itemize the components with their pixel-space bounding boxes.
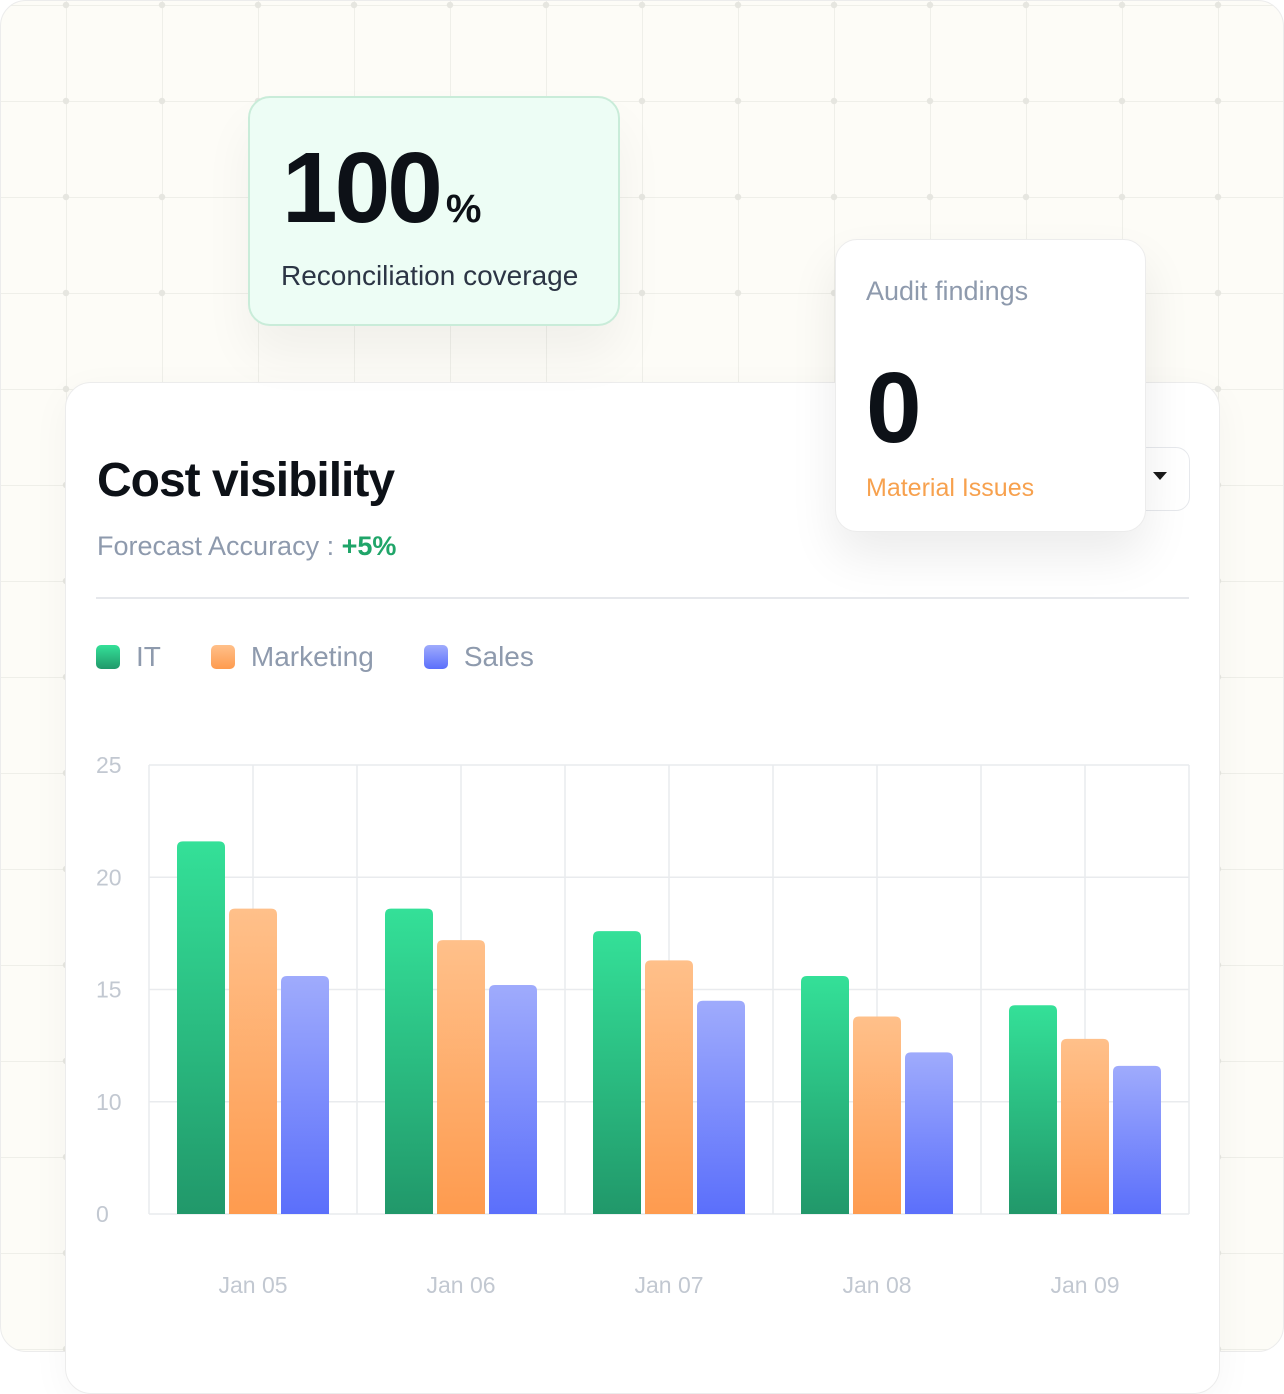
grid-dot bbox=[1118, 1, 1126, 9]
grid-dot bbox=[1118, 193, 1126, 201]
bar-sales[interactable] bbox=[489, 985, 537, 1214]
x-tick-label: Jan 06 bbox=[426, 1272, 495, 1298]
x-tick-label: Jan 07 bbox=[634, 1272, 703, 1298]
bar-sales[interactable] bbox=[281, 976, 329, 1214]
bar-it[interactable] bbox=[385, 908, 433, 1214]
bar-marketing[interactable] bbox=[1061, 1038, 1109, 1214]
bar-marketing[interactable] bbox=[645, 960, 693, 1214]
bar-it[interactable] bbox=[1009, 1005, 1057, 1214]
grid-dot bbox=[1214, 193, 1222, 201]
grid-dot bbox=[638, 97, 646, 105]
grid-dot bbox=[1022, 97, 1030, 105]
y-tick-label: 15 bbox=[96, 977, 122, 1003]
grid-dot bbox=[350, 1, 358, 9]
grid-dot bbox=[638, 289, 646, 297]
bar-it[interactable] bbox=[801, 976, 849, 1214]
y-tick-label: 10 bbox=[96, 1089, 122, 1115]
grid-dot bbox=[542, 1, 550, 9]
grid-dot bbox=[830, 193, 838, 201]
grid-dot bbox=[1118, 97, 1126, 105]
grid-dot bbox=[830, 97, 838, 105]
x-tick-label: Jan 09 bbox=[1050, 1272, 1119, 1298]
grid-dot bbox=[734, 97, 742, 105]
bar-sales[interactable] bbox=[1113, 1065, 1161, 1214]
y-tick-label: 20 bbox=[96, 864, 122, 890]
x-tick-label: Jan 08 bbox=[842, 1272, 911, 1298]
grid-dot bbox=[62, 289, 70, 297]
grid-dot bbox=[158, 193, 166, 201]
grid-dot bbox=[1214, 97, 1222, 105]
grid-dot bbox=[1214, 289, 1222, 297]
grid-dot bbox=[926, 97, 934, 105]
y-tick-label: 25 bbox=[96, 752, 122, 778]
grid-dot bbox=[1214, 1, 1222, 9]
bar-it[interactable] bbox=[593, 931, 641, 1214]
grid-dot bbox=[638, 1, 646, 9]
coverage-label: Reconciliation coverage bbox=[281, 260, 579, 291]
audit-title: Audit findings bbox=[866, 276, 1029, 306]
coverage-unit: % bbox=[445, 187, 482, 231]
audit-sub-label: Material Issues bbox=[866, 474, 1035, 502]
bar-sales[interactable] bbox=[697, 1000, 745, 1214]
grid-dot bbox=[734, 1, 742, 9]
grid-dot bbox=[1022, 1, 1030, 9]
reconciliation-coverage-card: 100% Reconciliation coverage bbox=[248, 96, 620, 326]
grid-dot bbox=[254, 1, 262, 9]
grid-dot bbox=[926, 193, 934, 201]
coverage-value: 100% bbox=[282, 138, 481, 238]
grid-dot bbox=[638, 193, 646, 201]
bar-it[interactable] bbox=[177, 841, 225, 1214]
coverage-number: 100 bbox=[282, 132, 443, 244]
grid-dot bbox=[734, 289, 742, 297]
grid-dot bbox=[158, 97, 166, 105]
grid-dot bbox=[734, 193, 742, 201]
grid-dot bbox=[158, 1, 166, 9]
audit-findings-card: Audit findings 0 Material Issues bbox=[835, 239, 1146, 532]
x-tick-label: Jan 05 bbox=[218, 1272, 287, 1298]
audit-value: 0 bbox=[866, 352, 922, 464]
grid-dot bbox=[446, 1, 454, 9]
bar-marketing[interactable] bbox=[229, 908, 277, 1214]
grid-dot bbox=[62, 1, 70, 9]
grid-dot bbox=[62, 97, 70, 105]
y-tick-label: 0 bbox=[96, 1201, 109, 1227]
grid-dot bbox=[62, 193, 70, 201]
grid-dot bbox=[830, 1, 838, 9]
bar-marketing[interactable] bbox=[853, 1016, 901, 1214]
grid-dot bbox=[158, 289, 166, 297]
cost-visibility-card: Cost visibility Forecast Accuracy : +5% … bbox=[65, 382, 1220, 1394]
bar-marketing[interactable] bbox=[437, 940, 485, 1214]
bar-sales[interactable] bbox=[905, 1052, 953, 1214]
grid-dot bbox=[926, 1, 934, 9]
grid-dot bbox=[1022, 193, 1030, 201]
